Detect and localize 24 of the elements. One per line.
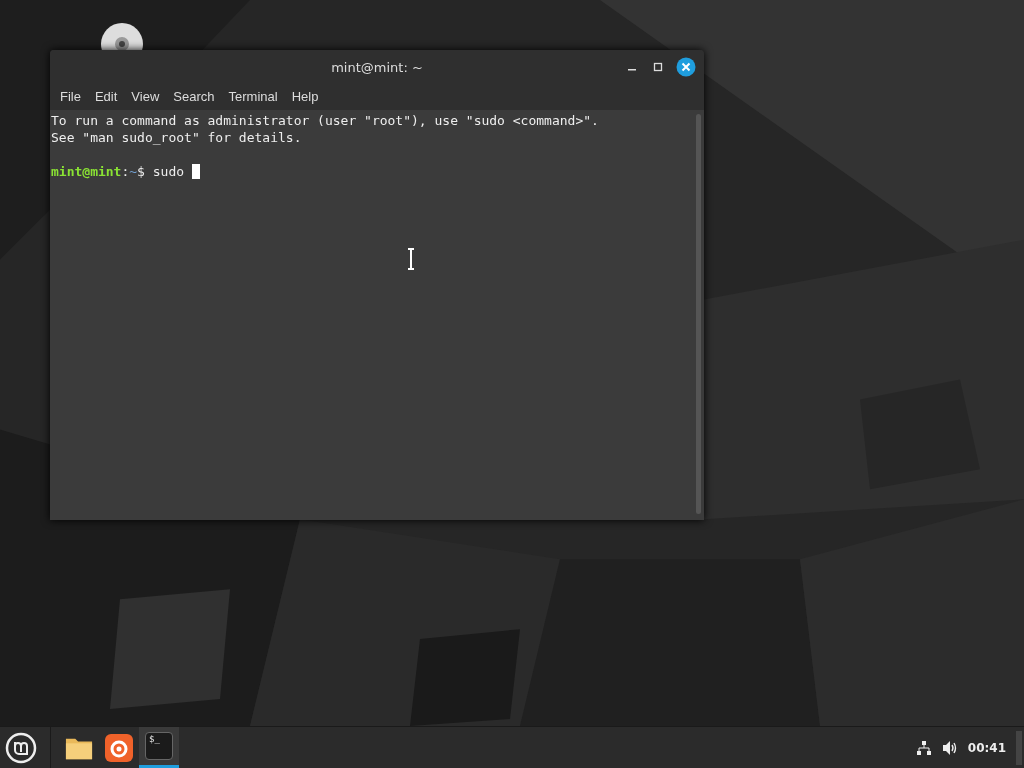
- software-icon: [105, 733, 133, 762]
- prompt-path: ~: [129, 164, 138, 179]
- volume-icon[interactable]: [941, 739, 958, 756]
- prompt-separator: :: [121, 164, 130, 179]
- network-icon[interactable]: [915, 739, 932, 756]
- menu-item[interactable]: Terminal: [222, 86, 284, 106]
- menu-item[interactable]: Edit: [88, 86, 124, 106]
- scrollbar[interactable]: [696, 114, 701, 514]
- prompt-user: mint@mint: [51, 164, 122, 179]
- menu-item[interactable]: View: [125, 86, 166, 106]
- terminal-line: To run a command as administrator (user "root"), use "sudo <command>".: [51, 112, 600, 129]
- close-icon[interactable]: [676, 57, 696, 77]
- menu-item[interactable]: Search: [167, 86, 221, 106]
- mint-logo-icon[interactable]: [5, 731, 37, 764]
- window-title: mint@mint: ~: [331, 59, 423, 75]
- clock[interactable]: 00:41: [967, 740, 1006, 755]
- menu-item[interactable]: File: [54, 86, 87, 106]
- terminal-line: See "man sudo_root" for details.: [51, 129, 303, 146]
- ibeam-cursor-icon: [406, 248, 416, 270]
- menu-item[interactable]: Help: [285, 86, 325, 106]
- taskbar-app[interactable]: $_: [139, 727, 179, 768]
- command-text: $ sudo: [137, 164, 186, 179]
- terminal-area[interactable]: To run a command as administrator (user "root"), use "sudo <command>". See "man sudo_root" for details. mint@mint:~$ sudo: [50, 110, 704, 520]
- terminal-icon: $_: [145, 732, 173, 760]
